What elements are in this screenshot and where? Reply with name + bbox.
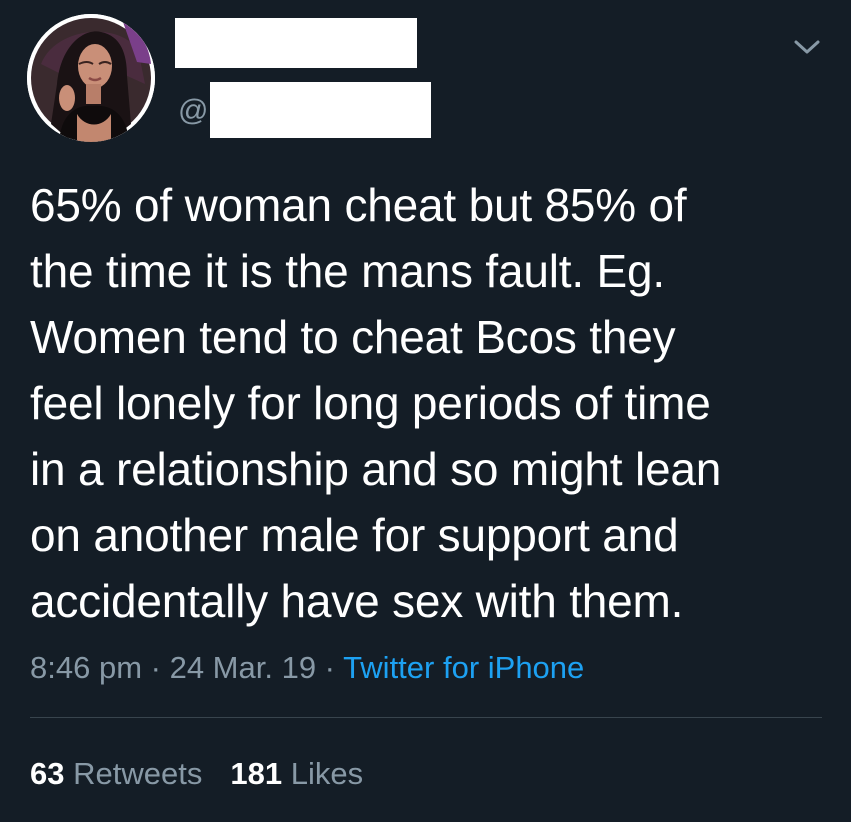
retweets-count: 63: [30, 756, 65, 791]
at-symbol: @: [178, 94, 209, 127]
display-name-redaction: [175, 18, 417, 68]
chevron-down-icon[interactable]: [790, 30, 824, 64]
meta-separator: ·: [142, 650, 170, 685]
tweet-date: 24 Mar. 19: [169, 650, 317, 685]
likes-count: 181: [230, 756, 283, 791]
tweet-text: 65% of woman cheat but 85% of the time i…: [30, 179, 722, 627]
meta-separator: ·: [316, 650, 344, 685]
tweet-detail: @ 65% of woman cheat but 85% of the time…: [0, 0, 851, 822]
tweet-source-link[interactable]: Twitter for iPhone: [343, 650, 584, 685]
likes-label: Likes: [290, 756, 364, 791]
avatar[interactable]: [27, 14, 155, 142]
engagement-stats: 63 Retweets 181 Likes: [30, 752, 363, 796]
username-row[interactable]: @: [178, 82, 432, 138]
retweets-label: Retweets: [73, 756, 203, 791]
retweets-stat[interactable]: 63 Retweets: [30, 756, 202, 791]
tweet-metadata: 8:46 pm · 24 Mar. 19 · Twitter for iPhon…: [30, 646, 584, 690]
username-redaction: [210, 82, 432, 138]
tweet-time: 8:46 pm: [30, 650, 143, 685]
profile-photo-icon: [27, 14, 155, 142]
divider: [30, 717, 822, 718]
likes-stat[interactable]: 181 Likes: [230, 756, 363, 791]
